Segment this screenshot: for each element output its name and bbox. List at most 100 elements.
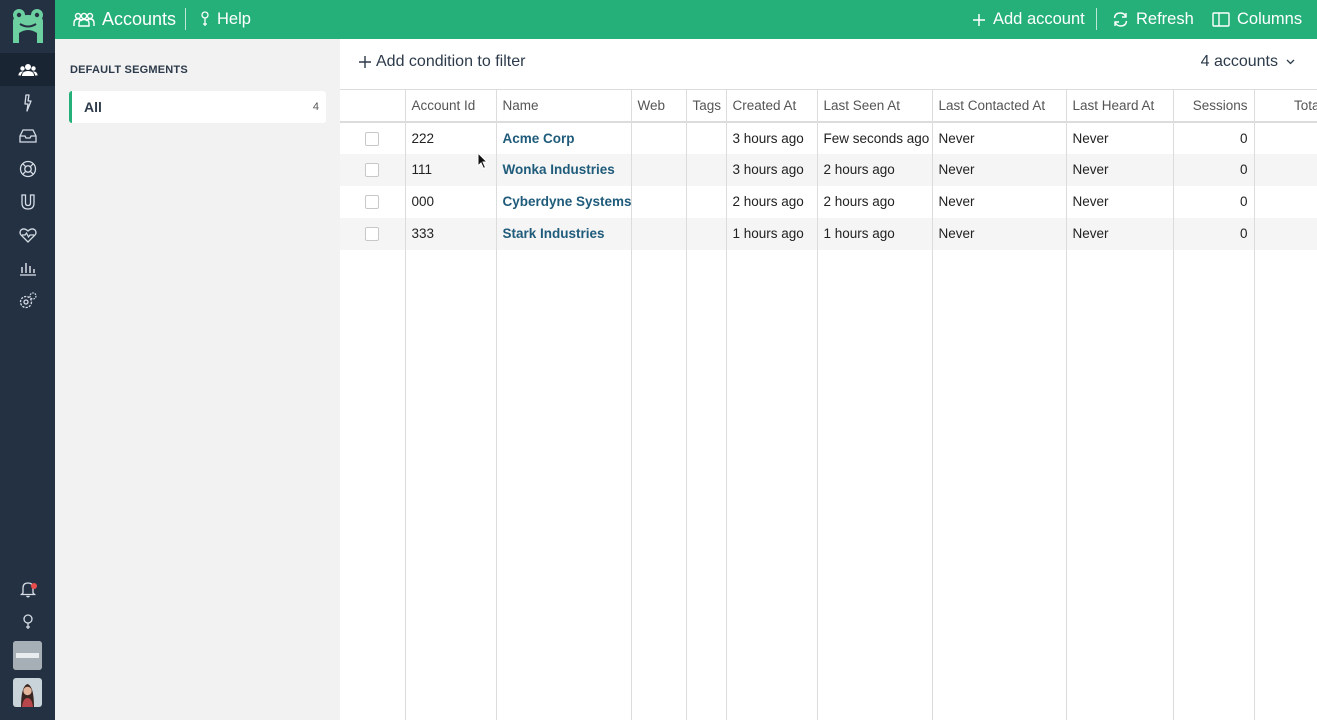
account-name-link[interactable]: Acme Corp — [503, 131, 575, 146]
column-header-web[interactable]: Web — [631, 89, 687, 123]
table-row[interactable]: 111 Wonka Industries 3 hours ago 2 hours… — [340, 153, 1317, 186]
help-label: Help — [217, 10, 251, 28]
web-cell — [631, 185, 687, 218]
row-checkbox[interactable] — [365, 131, 379, 146]
nav-reports[interactable] — [0, 251, 55, 284]
help-icon — [201, 11, 209, 26]
name-cell: Cyberdyne Systems — [496, 185, 632, 218]
created-at-cell: 3 hours ago — [726, 153, 818, 186]
row-select-cell — [340, 217, 406, 250]
last-contacted-at-cell: Never — [932, 121, 1067, 154]
heart-pulse-icon — [18, 227, 37, 243]
nav-automations[interactable] — [0, 86, 55, 119]
table-row[interactable]: 333 Stark Industries 1 hours ago 1 hours… — [340, 217, 1317, 250]
left-nav — [0, 0, 55, 720]
last-heard-at-cell: Never — [1066, 121, 1174, 154]
accounts-icon — [73, 12, 95, 27]
lightning-icon — [23, 93, 32, 112]
help-link[interactable]: Help — [200, 0, 251, 39]
web-cell — [631, 217, 687, 250]
row-select-cell — [340, 185, 406, 218]
segment-item-all[interactable]: All 4 — [69, 91, 326, 123]
tags-cell — [686, 121, 727, 154]
name-cell: Acme Corp — [496, 121, 632, 154]
accounts-main: Add condition to filter 4 accounts Accou… — [340, 39, 1317, 720]
name-cell: Stark Industries — [496, 217, 632, 250]
add-account-button[interactable]: Add account — [972, 0, 1085, 39]
web-cell — [631, 153, 687, 186]
last-seen-at-cell: 2 hours ago — [817, 153, 933, 186]
column-header-sessions[interactable]: Sessions — [1173, 89, 1255, 123]
row-checkbox[interactable] — [365, 163, 379, 178]
users-icon — [18, 63, 37, 76]
row-select-cell — [340, 153, 406, 186]
table-empty-space — [340, 249, 1317, 720]
columns-label: Columns — [1237, 10, 1303, 28]
add-filter-button[interactable]: Add condition to filter — [358, 53, 525, 71]
account-name-link[interactable]: Wonka Industries — [503, 162, 615, 177]
notification-dot — [31, 583, 37, 589]
accounts-table: Account Id Name Web Tags Created At Last… — [340, 89, 1317, 720]
toolbar-divider — [1096, 8, 1097, 30]
company-logo-icon — [13, 641, 42, 670]
account-name-link[interactable]: Stark Industries — [503, 226, 605, 241]
last-heard-at-cell: Never — [1066, 153, 1174, 186]
last-heard-at-cell: Never — [1066, 217, 1174, 250]
web-cell — [631, 121, 687, 154]
segments-panel: DEFAULT SEGMENTS All 4 — [55, 39, 340, 720]
nav-notifications[interactable] — [0, 572, 55, 605]
accounts-count-dropdown[interactable]: 4 accounts — [1201, 53, 1295, 71]
top-bar: Accounts Help Add account Refresh Column… — [55, 0, 1317, 39]
column-header-last-contacted-at[interactable]: Last Contacted At — [932, 89, 1067, 123]
nav-support[interactable] — [0, 152, 55, 185]
row-checkbox[interactable] — [365, 195, 379, 210]
inbox-icon — [18, 128, 37, 143]
column-header-name[interactable]: Name — [496, 89, 632, 123]
sessions-cell: 0 — [1173, 121, 1255, 154]
columns-icon — [1212, 12, 1230, 27]
created-at-cell: 3 hours ago — [726, 121, 818, 154]
refresh-button[interactable]: Refresh — [1112, 0, 1194, 39]
total-cell — [1254, 185, 1317, 218]
column-header-account-id[interactable]: Account Id — [405, 89, 497, 123]
account-name-link[interactable]: Cyberdyne Systems — [503, 194, 631, 209]
bar-chart-icon — [19, 262, 36, 276]
nav-settings[interactable] — [0, 284, 55, 317]
accounts-count-label: 4 accounts — [1200, 53, 1278, 70]
table-row[interactable]: 000 Cyberdyne Systems 2 hours ago 2 hour… — [340, 185, 1317, 218]
created-at-cell: 2 hours ago — [726, 185, 818, 218]
column-header-select — [340, 89, 406, 123]
nav-accounts[interactable] — [0, 53, 55, 86]
sessions-cell: 0 — [1173, 153, 1255, 186]
magnet-icon — [20, 193, 35, 210]
workspace-logo[interactable] — [13, 641, 42, 670]
lifebuoy-icon — [19, 160, 36, 177]
tags-cell — [686, 217, 727, 250]
nav-leads[interactable] — [0, 185, 55, 218]
column-header-created-at[interactable]: Created At — [726, 89, 818, 123]
accounts-grid: Account Id Name Web Tags Created At Last… — [340, 89, 1317, 720]
last-seen-at-cell: Few seconds ago — [817, 121, 933, 154]
nav-health[interactable] — [0, 218, 55, 251]
tags-cell — [686, 153, 727, 186]
row-checkbox[interactable] — [365, 227, 379, 242]
column-header-last-seen-at[interactable]: Last Seen At — [817, 89, 933, 123]
chevron-down-icon — [1286, 59, 1295, 65]
avatar[interactable] — [13, 678, 42, 707]
total-cell — [1254, 217, 1317, 250]
help-icon — [22, 613, 33, 629]
app-logo[interactable] — [0, 0, 55, 52]
columns-button[interactable]: Columns — [1212, 0, 1302, 39]
user-avatar-icon — [13, 678, 42, 707]
account-id-cell: 333 — [405, 217, 497, 250]
column-header-total[interactable]: Total Co — [1254, 89, 1317, 123]
nav-inbox[interactable] — [0, 119, 55, 152]
settings-icon — [19, 291, 37, 308]
sessions-cell: 0 — [1173, 185, 1255, 218]
column-header-tags[interactable]: Tags — [686, 89, 727, 123]
table-row[interactable]: 222 Acme Corp 3 hours ago Few seconds ag… — [340, 121, 1317, 154]
column-header-last-heard-at[interactable]: Last Heard At — [1066, 89, 1174, 123]
nav-help[interactable] — [0, 605, 55, 638]
last-contacted-at-cell: Never — [932, 185, 1067, 218]
total-cell — [1254, 121, 1317, 154]
